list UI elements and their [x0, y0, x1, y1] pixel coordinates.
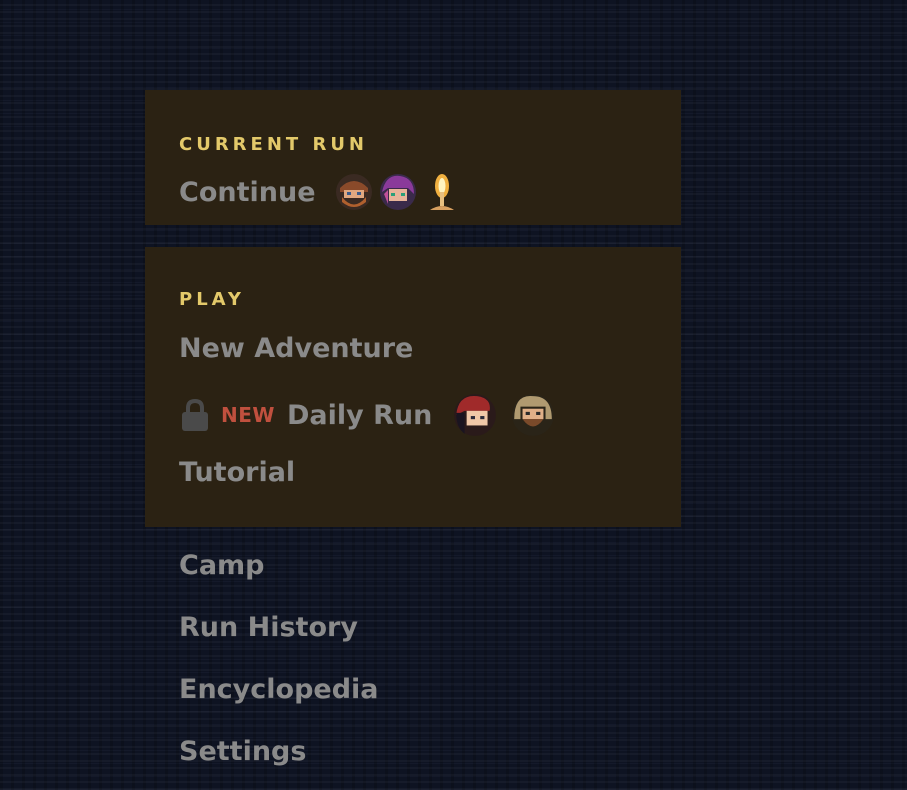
lock-icon	[182, 398, 208, 431]
play-panel: PLAY New Adventure NEW Daily Run Tutoria…	[145, 247, 681, 527]
new-badge: NEW	[221, 403, 275, 427]
tutorial-button[interactable]: Tutorial	[179, 457, 295, 488]
play-title: PLAY	[179, 289, 245, 310]
purple-haired-mage-portrait-icon	[379, 174, 416, 210]
bearded-warrior-portrait-icon	[335, 174, 372, 210]
continue-label: Continue	[179, 176, 316, 208]
camp-button[interactable]: Camp	[179, 550, 265, 581]
hooded-bearded-rogue-portrait-icon	[512, 394, 555, 436]
new-adventure-label: New Adventure	[179, 333, 414, 364]
encyclopedia-button[interactable]: Encyclopedia	[179, 674, 379, 705]
run-history-button[interactable]: Run History	[179, 612, 358, 643]
red-hooded-girl-portrait-icon	[454, 394, 497, 436]
candle-flame-icon	[429, 174, 454, 210]
new-adventure-button[interactable]: New Adventure	[179, 333, 413, 364]
tutorial-label: Tutorial	[179, 457, 296, 488]
continue-button[interactable]: Continue	[179, 172, 462, 212]
settings-button[interactable]: Settings	[179, 736, 306, 767]
daily-run-label: Daily Run	[286, 399, 433, 431]
daily-run-button[interactable]: NEW Daily Run	[179, 392, 556, 438]
current-run-title: CURRENT RUN	[179, 134, 368, 155]
current-run-panel: CURRENT RUN Continue	[145, 90, 681, 225]
